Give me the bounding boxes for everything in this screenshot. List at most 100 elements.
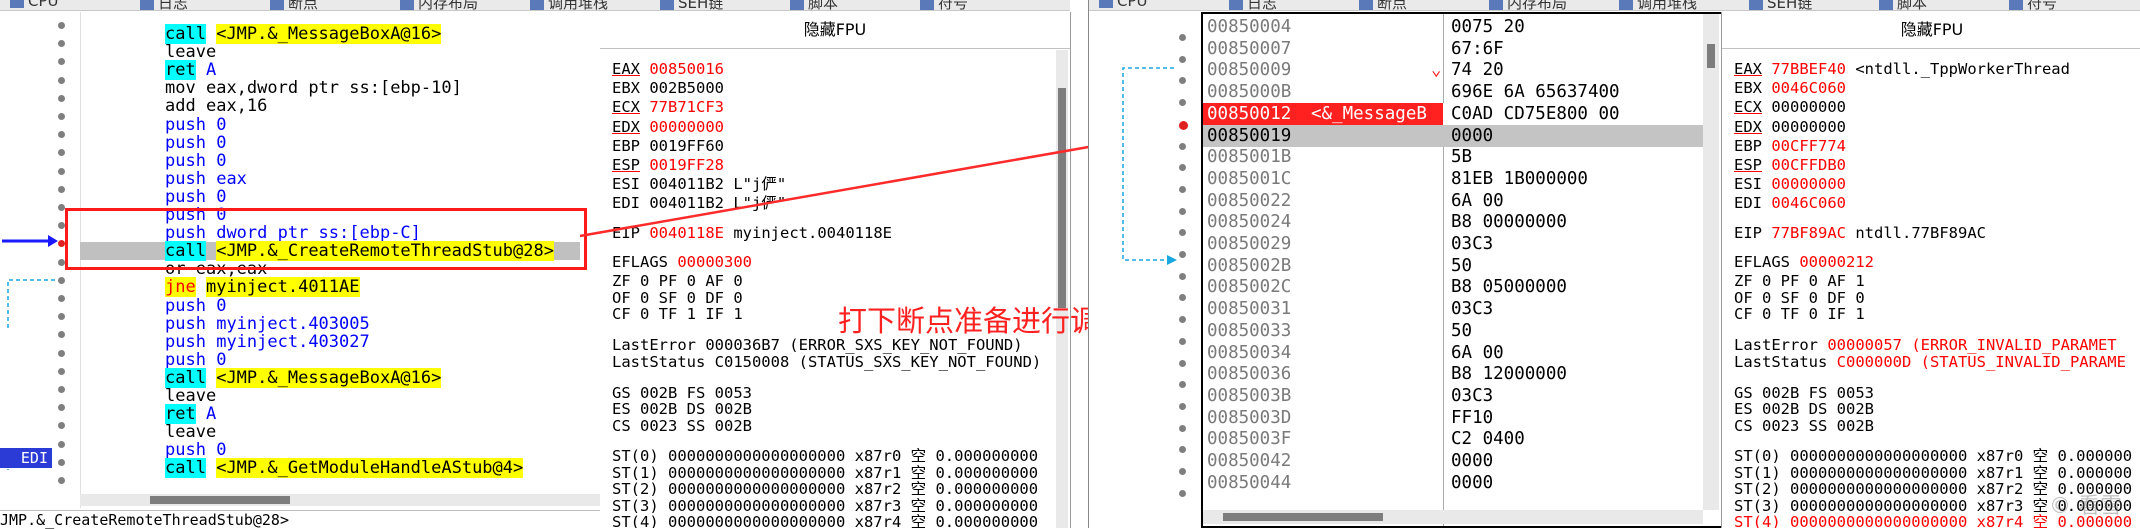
tab-icon <box>1489 0 1503 10</box>
register-value: 00000000 <box>1771 117 1846 136</box>
memory-address: 00850044 <box>1207 472 1292 493</box>
tab-label: 调用堆栈 <box>1637 0 1698 11</box>
register-row[interactable]: EDI 0046C060 <box>1734 194 1846 212</box>
tab-6[interactable]: 脚本 <box>1879 0 1928 11</box>
memory-address: 00850034 <box>1207 342 1292 363</box>
memory-address: 0085001B <box>1207 147 1292 168</box>
eflags-row[interactable]: EFLAGS 00000212 <box>1734 253 1874 271</box>
memory-bytes: 0000 <box>1451 472 1494 493</box>
memory-bytes: 6A 00 <box>1451 190 1504 211</box>
memory-address: 00850033 <box>1207 320 1292 341</box>
tab-5[interactable]: SEH链 <box>1749 0 1813 11</box>
memory-address: 00850007 <box>1207 38 1292 59</box>
memory-row[interactable]: 00850012 <&_MessageB C0AD CD75E800 00 <box>1203 102 1703 125</box>
err-label: LastError <box>1734 335 1828 354</box>
last-error-row: LastStatus C000000D (STATUS_INVALID_PARA… <box>1734 353 2126 371</box>
tab-label: 脚本 <box>1897 0 1928 11</box>
register-name: EFLAGS <box>1734 252 1790 271</box>
memory-row[interactable]: 0085001C 81EB 1B000000 <box>1203 168 1703 190</box>
memory-bytes: 50 <box>1451 320 1473 341</box>
memory-row[interactable]: 00850022 6A 00 <box>1203 190 1703 212</box>
tab-icon <box>1229 0 1243 10</box>
memory-row[interactable]: 00850019 0000 <box>1203 124 1703 147</box>
memory-row[interactable]: 00850044 0000 <box>1203 472 1703 494</box>
memory-bytes: 03C3 <box>1451 299 1494 320</box>
memory-row[interactable]: 00850034 6A 00 <box>1203 342 1703 364</box>
memory-row[interactable]: 0085003F C2 0400 <box>1203 428 1703 450</box>
memory-row[interactable]: 0085003D FF10 <box>1203 407 1703 429</box>
right-jump-arrows <box>1122 67 1177 265</box>
memory-address: 00850004 <box>1207 17 1292 37</box>
memory-row[interactable]: 00850036 B8 12000000 <box>1203 363 1703 385</box>
register-row[interactable]: ECX 00000000 <box>1734 98 1846 116</box>
memory-bytes: 0075 20 <box>1451 17 1525 37</box>
sp <box>1762 175 1771 193</box>
memory-vscroll[interactable] <box>1703 14 1719 510</box>
memory-row[interactable]: 0085001B 5B <box>1203 146 1703 168</box>
tab-1[interactable]: 日志 <box>1229 0 1278 11</box>
register-value: 0046C060 <box>1771 79 1846 98</box>
memory-address: 0085000B <box>1207 82 1292 103</box>
tab-icon <box>1619 0 1633 10</box>
last-error-row: LastError 00000057 (ERROR_INVALID_PARAME… <box>1734 336 2117 354</box>
register-name: ESI <box>1734 175 1762 194</box>
flag-row[interactable]: CF 0 TF 0 IF 1 <box>1734 305 1865 323</box>
memory-row[interactable]: 0085000B 696E 6A 65637400 <box>1203 81 1703 103</box>
memory-row[interactable]: 00850031 03C3 <box>1203 298 1703 320</box>
memory-hscroll[interactable] <box>1203 510 1703 524</box>
memory-row[interactable]: 00850009 74 20 ⌄ <box>1203 59 1703 81</box>
tab-2[interactable]: 断点 <box>1359 0 1407 10</box>
memory-address: 00850024 <box>1207 212 1292 233</box>
memory-row[interactable]: 00850042 0000 <box>1203 450 1703 472</box>
sp <box>1762 118 1771 136</box>
sp <box>1762 137 1771 155</box>
eip-row[interactable]: EIP 77BF89AC ntdll.77BF89AC <box>1734 224 1986 242</box>
tab-7[interactable]: 符号 <box>2009 0 2058 11</box>
sp <box>1762 79 1771 97</box>
sp <box>1762 224 1771 242</box>
tab-label: SEH链 <box>1767 0 1813 11</box>
register-value: 00CFF774 <box>1771 136 1846 155</box>
memory-bytes: 0000 <box>1451 125 1494 146</box>
memory-row[interactable]: 0085002B 50 <box>1203 255 1703 277</box>
right-memory-pane[interactable]: 00850004 0075 20 00850007 67:6F 00850009 74 2… <box>1201 12 1725 528</box>
register-name: ESP <box>1734 156 1762 174</box>
memory-row[interactable]: 00850004 0075 20 <box>1203 16 1703 38</box>
memory-symbol: <&_MessageB <box>1311 103 1427 124</box>
jump-indicator-icon: ⌄ <box>1431 60 1442 81</box>
segment-row: ES 002B DS 002B <box>1734 400 1874 418</box>
memory-row[interactable]: 00850029 03C3 <box>1203 233 1703 255</box>
fpu-st-row: ST(0) 0000000000000000000 x87r0 空 0.0000… <box>1734 447 2133 465</box>
watermark: © 看雪 <box>2049 494 2122 519</box>
sp <box>1790 253 1799 271</box>
sp <box>1762 98 1771 116</box>
memory-row[interactable]: 00850024 B8 00000000 <box>1203 211 1703 233</box>
sp <box>1846 60 1855 78</box>
register-name: EAX <box>1734 60 1762 78</box>
register-value: 00CFFDB0 <box>1771 156 1846 174</box>
register-row[interactable]: EBP 00CFF774 <box>1734 137 1846 155</box>
flag-row[interactable]: ZF 0 PF 0 AF 1 <box>1734 272 1865 290</box>
register-row[interactable]: ESP 00CFFDB0 <box>1734 156 1846 174</box>
register-row[interactable]: EAX 77BBEF40 <ntdll._TppWorkerThread <box>1734 60 2070 78</box>
tab-4[interactable]: 调用堆栈 <box>1619 0 1698 11</box>
tab-label: 符号 <box>2027 0 2058 11</box>
segment-row: GS 002B FS 0053 <box>1734 383 1874 402</box>
memory-row[interactable]: 0085002C B8 05000000 <box>1203 276 1703 298</box>
memory-row[interactable]: 00850033 50 <box>1203 320 1703 342</box>
hide-fpu-button-right[interactable]: 隐藏FPU <box>1722 12 2140 49</box>
flag-row[interactable]: OF 0 SF 0 DF 0 <box>1734 289 1865 307</box>
right-tab-bar: CPU 日志 断点 内存布局 调用堆栈 SEH链 脚本 符号 <box>1089 0 2140 11</box>
register-row[interactable]: EBX 0046C060 <box>1734 79 1846 97</box>
tab-label: 日志 <box>1247 0 1278 11</box>
register-row[interactable]: ESI 00000000 <box>1734 175 1846 193</box>
memory-address: 00850022 <box>1207 190 1292 211</box>
memory-row[interactable]: 0085003B 03C3 <box>1203 385 1703 407</box>
memory-row[interactable]: 00850007 67:6F <box>1203 38 1703 60</box>
register-name: ECX <box>1734 98 1762 117</box>
sp <box>1762 194 1771 212</box>
register-name: EDX <box>1734 117 1762 136</box>
register-name: EBX <box>1734 79 1762 98</box>
tab-3[interactable]: 内存布局 <box>1489 0 1567 10</box>
register-row[interactable]: EDX 00000000 <box>1734 118 1846 136</box>
